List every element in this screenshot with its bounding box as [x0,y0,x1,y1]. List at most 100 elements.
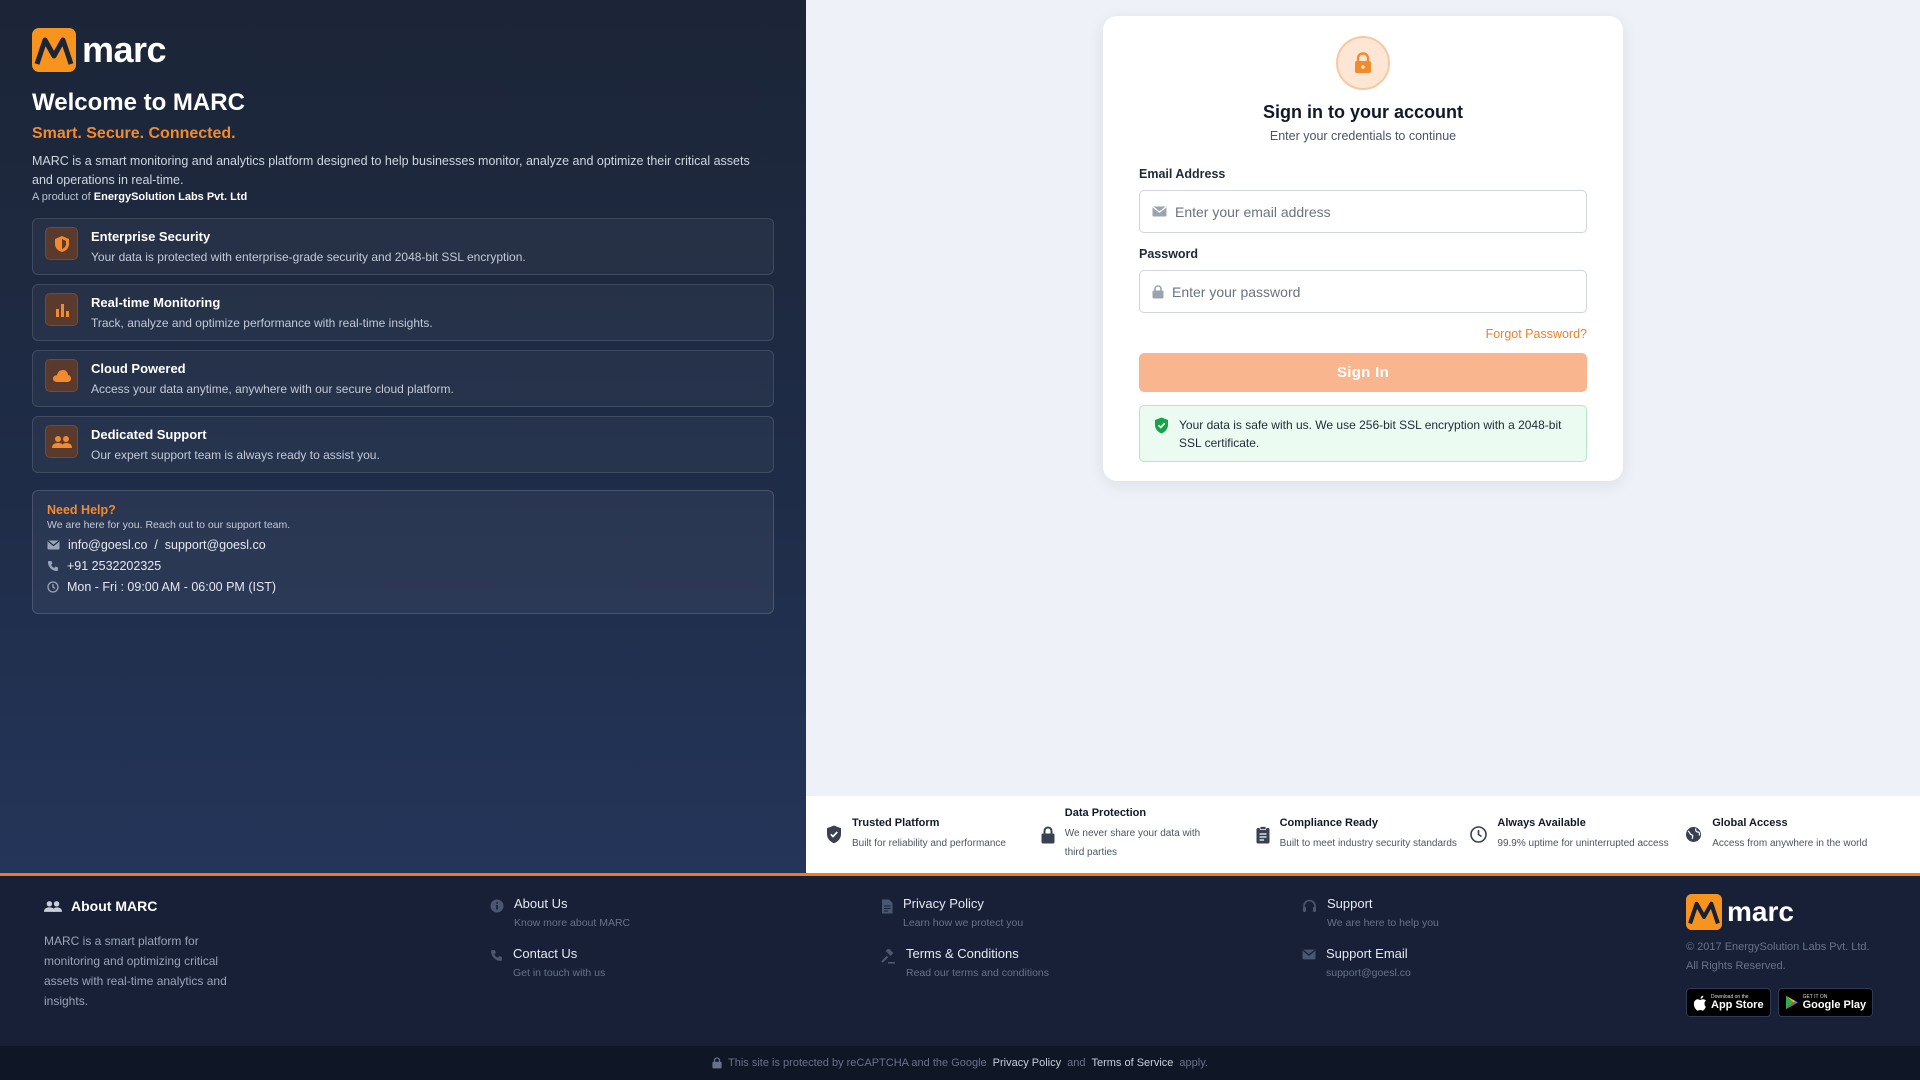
password-input[interactable] [1172,283,1574,300]
footer-link-title[interactable]: Terms & Conditions [906,946,1049,961]
footer-link-title[interactable]: Privacy Policy [903,896,1023,911]
footer-link-title[interactable]: Contact Us [513,946,605,961]
trust-desc: Built to meet industry security standard… [1279,837,1457,849]
feature-desc: Track, analyze and optimize performance … [91,316,433,330]
lock-icon [1152,284,1164,298]
footer-link-privacy[interactable]: Privacy Policy Learn how we protect you [881,896,1049,929]
trust-item: Data Protection We never share your data … [1041,807,1256,862]
footer-col-support: Support We are here to help you Support E… [1302,896,1439,996]
footer-link-terms[interactable]: Terms & Conditions Read our terms and con… [881,946,1049,979]
help-title: Need Help? [47,503,116,517]
phone-icon [491,950,502,961]
footer-link-title[interactable]: About Us [514,896,630,911]
product-prefix: A product of [32,191,91,203]
footer-link-about[interactable]: About Us Know more about MARC [490,896,630,929]
footer-link-desc: Get in touch with us [513,967,606,979]
google-play-button[interactable]: GET IT ON Google Play [1777,988,1874,1017]
product-company: EnergySolution Labs Pvt. Ltd [93,191,248,203]
help-emails[interactable]: info@goesl.co / support@goesl.co [68,538,266,552]
email-input[interactable] [1175,203,1574,220]
headset-icon [1303,899,1316,912]
recaptcha-notice: This site is protected by reCAPTCHA and … [0,1046,1920,1080]
trust-title: Always Available [1497,816,1586,829]
rights-line: All Rights Reserved. [1686,960,1786,972]
feature-title: Enterprise Security [91,229,211,244]
trust-desc: Access from anywhere in the world [1712,837,1868,849]
feature-card: Real-time Monitoring Track, analyze and … [32,284,774,341]
apple-icon [1693,995,1706,1011]
trust-desc: We never share your data with third part… [1064,828,1201,858]
cloud-icon [45,359,78,392]
trust-item: Always Available 99.9% uptime for uninter… [1470,817,1685,853]
footer-link-desc: Know more about MARC [514,917,631,929]
email-field-wrapper[interactable] [1139,190,1587,233]
platform-description: MARC is a smart monitoring and analytics… [32,154,750,187]
feature-desc: Access your data anytime, anywhere with … [91,382,454,396]
phone-icon [48,561,58,571]
footer-wordmark: marc [1727,896,1794,927]
feature-list: Enterprise Security Your data is protect… [32,218,774,473]
footer-link-title[interactable]: Support [1327,896,1439,911]
trust-desc: 99.9% uptime for uninterrupted access [1497,837,1669,849]
footer-link-desc: We are here to help you [1327,917,1439,929]
brand-logo: marc [32,27,774,73]
verified-shield-icon [827,825,841,844]
brand-wordmark: marc [82,29,167,70]
login-card: Sign in to your account Enter your crede… [1103,16,1623,481]
copyright-line: © 2017 EnergySolution Labs Pvt. Ltd. [1686,941,1870,953]
google-privacy-link[interactable]: Privacy Policy [993,1057,1061,1069]
product-credit: A product of EnergySolution Labs Pvt. Lt… [32,191,774,203]
shield-icon [45,227,78,260]
google-play-icon [1785,995,1798,1010]
trust-item: Global Access Access from anywhere in the… [1685,817,1900,853]
feature-desc: Our expert support team is always ready … [91,448,380,462]
trust-strip: Trusted Platform Built for reliability an… [806,796,1920,873]
gavel-icon [881,949,895,964]
clock-icon [1470,826,1488,843]
clipboard-icon [1256,825,1270,843]
password-field-wrapper[interactable] [1139,270,1587,313]
lock-icon [712,1057,722,1069]
trust-desc: Built for reliability and performance [852,837,1006,849]
security-notice: Your data is safe with us. We use 256-bi… [1139,405,1587,462]
footer-link-title[interactable]: Support Email [1326,946,1411,961]
footer-about-text: MARC is a smart platform for monitoring … [44,934,227,1008]
google-terms-link[interactable]: Terms of Service [1091,1057,1173,1069]
recaptcha-apply: apply. [1179,1057,1208,1069]
feature-title: Real-time Monitoring [91,295,221,310]
marc-logo-icon [1686,894,1722,930]
footer-link-desc: Read our terms and conditions [906,967,1049,979]
tagline: Smart. Secure. Connected. [32,125,236,142]
feature-card: Enterprise Security Your data is protect… [32,218,774,275]
recaptcha-and: and [1067,1057,1086,1069]
lock-icon [1041,825,1055,843]
forgot-password-link[interactable]: Forgot Password? [1139,327,1587,341]
copyright: © 2017 EnergySolution Labs Pvt. Ltd. All… [1686,938,1873,976]
footer-link-desc: Learn how we protect you [903,917,1024,929]
footer-link-support[interactable]: Support We are here to help you [1302,896,1439,929]
help-phone[interactable]: +91 2532202325 [67,559,161,573]
footer-link-support-email[interactable]: Support Email support@goesl.co [1302,946,1439,979]
recaptcha-text: This site is protected by reCAPTCHA and … [728,1057,987,1069]
mail-icon [47,540,60,550]
footer-about: About MARC MARC is a smart platform for … [44,898,244,1011]
footer-col-company: About Us Know more about MARC Contact Us G… [490,896,630,996]
help-email-row[interactable]: info@goesl.co / support@goesl.co [47,538,759,552]
footer-link-desc[interactable]: support@goesl.co [1326,967,1411,979]
app-store-button[interactable]: Download on the App Store [1686,988,1771,1017]
verified-shield-icon [1155,417,1168,434]
people-icon [44,900,62,912]
trust-title: Global Access [1712,816,1788,829]
help-phone-row[interactable]: +91 2532202325 [47,559,759,573]
sign-in-button[interactable]: Sign In [1139,353,1587,392]
help-hours-row: Mon - Fri : 09:00 AM - 06:00 PM (IST) [47,580,759,594]
clock-icon [47,581,59,593]
trust-item: Compliance Ready Built to meet industry s… [1256,817,1471,853]
footer-col-legal: Privacy Policy Learn how we protect you T… [881,896,1049,996]
footer-link-contact[interactable]: Contact Us Get in touch with us [490,946,630,979]
trust-title: Data Protection [1064,807,1147,819]
login-title: Sign in to your account [1262,102,1463,122]
feature-desc: Your data is protected with enterprise-g… [91,250,526,264]
trust-title: Compliance Ready [1279,816,1379,829]
help-box: Need Help? We are here for you. Reach ou… [32,490,774,614]
